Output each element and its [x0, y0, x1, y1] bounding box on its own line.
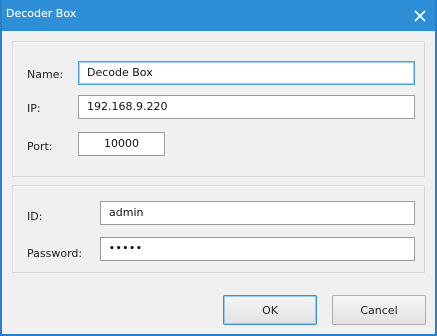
port-label: Port:: [27, 140, 53, 153]
id-label: ID:: [27, 210, 43, 223]
id-field[interactable]: admin: [100, 201, 415, 225]
title-bar[interactable]: Decoder Box: [2, 0, 435, 31]
name-label: Name:: [27, 68, 64, 81]
password-label: Password:: [27, 247, 83, 260]
ok-button[interactable]: OK: [223, 295, 317, 325]
name-field[interactable]: Decode Box: [78, 61, 415, 85]
close-icon: [414, 9, 426, 22]
dialog-title: Decoder Box: [6, 7, 77, 20]
password-field[interactable]: •••••: [100, 237, 415, 261]
port-field[interactable]: 10000: [78, 132, 165, 156]
ip-field[interactable]: 192.168.9.220: [78, 95, 415, 119]
ip-label: IP:: [27, 102, 41, 115]
decoder-box-dialog: Decoder Box Name: Decode Box IP: 192.168…: [0, 0, 437, 336]
cancel-button[interactable]: Cancel: [332, 295, 426, 325]
close-button[interactable]: [406, 2, 434, 29]
